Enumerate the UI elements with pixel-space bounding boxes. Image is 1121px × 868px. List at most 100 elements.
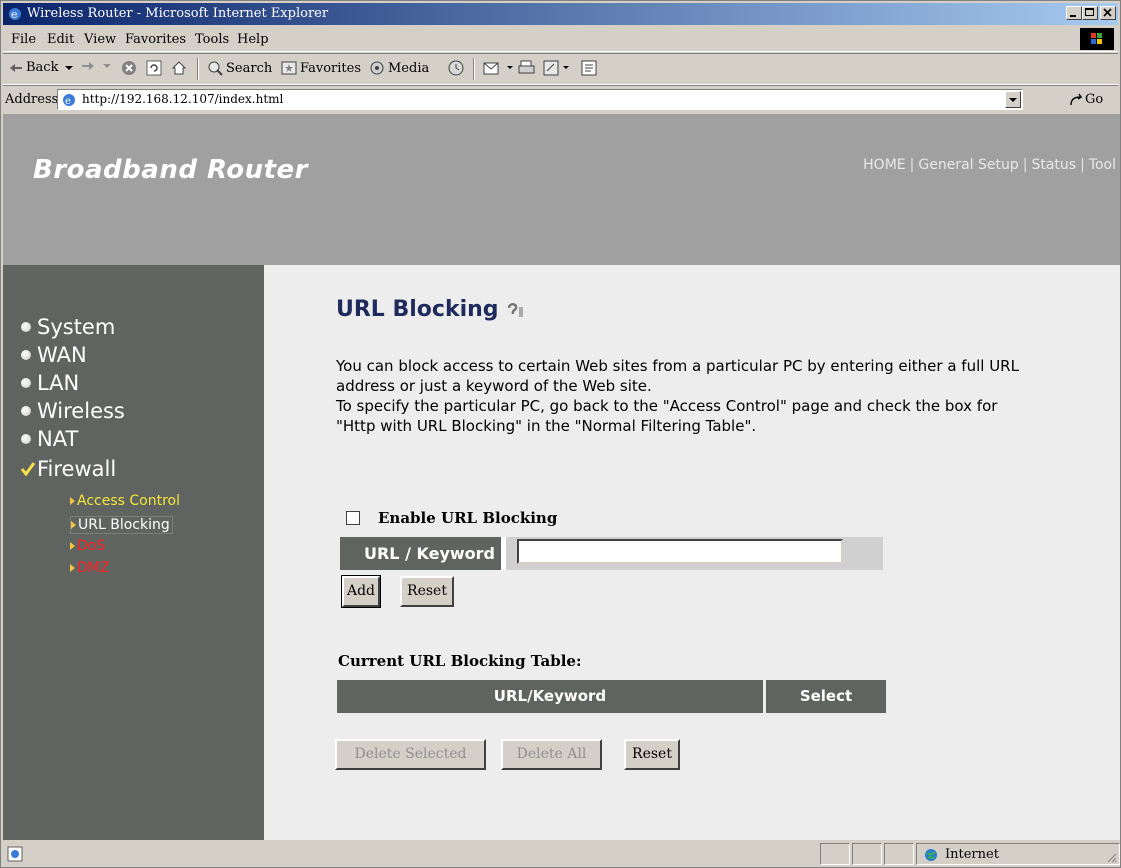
mail-icon [483, 62, 499, 75]
maximize-button[interactable] [1082, 6, 1098, 20]
resize-grip-icon[interactable] [1105, 851, 1117, 863]
delete-all-button[interactable]: Delete All [501, 739, 602, 770]
subnav-dmz[interactable]: DMZ [70, 560, 109, 576]
enable-url-blocking-label: Enable URL Blocking [378, 509, 558, 527]
column-header-select: Select [766, 680, 886, 713]
minimize-button[interactable] [1066, 6, 1082, 20]
sidebar-item-system[interactable]: System [21, 315, 115, 339]
keyword-label: URL / Keyword [340, 537, 501, 570]
menu-file[interactable]: File [11, 32, 36, 47]
dropdown-arrow-icon [563, 66, 569, 69]
top-nav: HOME | General Setup | Status | Tool [863, 157, 1116, 173]
forward-arrow-icon [82, 62, 94, 70]
menu-tools[interactable]: Tools [195, 32, 229, 47]
print-button[interactable] [518, 60, 539, 76]
dropdown-arrow-icon [507, 66, 513, 69]
print-icon [518, 60, 535, 74]
go-label: Go [1085, 92, 1104, 107]
subnav-access-control[interactable]: Access Control [70, 493, 180, 509]
favorites-button[interactable]: Favorites [281, 60, 361, 76]
enable-url-blocking-row: Enable URL Blocking [346, 509, 557, 527]
history-button[interactable] [447, 60, 468, 76]
subnav-label: DMZ [77, 560, 110, 576]
subnav-label: Access Control [77, 493, 180, 509]
menu-view[interactable]: View [84, 32, 116, 47]
forward-button[interactable] [81, 60, 115, 72]
media-label: Media [388, 60, 430, 76]
status-bar: Internet [3, 841, 1120, 867]
sidebar-item-wan[interactable]: WAN [21, 343, 87, 367]
search-button[interactable]: Search [207, 60, 272, 76]
arrow-right-icon [70, 564, 75, 572]
discuss-button[interactable] [581, 60, 600, 76]
mail-button[interactable] [483, 60, 517, 76]
favorites-icon [281, 61, 297, 75]
svg-text:e: e [65, 96, 71, 107]
subnav-url-blocking[interactable]: URL Blocking [70, 516, 173, 534]
description: You can block access to certain Web site… [336, 356, 1036, 436]
reset-table-button[interactable]: Reset [624, 739, 680, 770]
discuss-icon [581, 60, 597, 76]
dropdown-arrow-icon [65, 65, 74, 70]
menu-help[interactable]: Help [237, 32, 269, 47]
column-header-keyword: URL/Keyword [337, 680, 763, 713]
enable-url-blocking-checkbox[interactable] [346, 511, 360, 525]
go-arrow-icon [1070, 93, 1083, 105]
bullet-icon [21, 378, 31, 388]
address-dropdown-button[interactable] [1005, 91, 1021, 108]
status-text [3, 843, 818, 865]
minimize-icon [1070, 15, 1076, 17]
close-button[interactable] [1100, 6, 1116, 20]
subnav-label: DoS [77, 538, 106, 554]
edit-button[interactable] [543, 60, 573, 76]
sidebar-item-firewall[interactable]: Firewall [21, 457, 116, 481]
page-title: URL Blocking [336, 297, 527, 322]
security-zone: Internet [916, 843, 1120, 865]
sidebar: System WAN LAN Wireless NAT Firewall Acc… [3, 265, 264, 840]
nav-general-setup[interactable]: General Setup [918, 157, 1018, 173]
menu-favorites[interactable]: Favorites [125, 32, 186, 47]
go-button[interactable]: Go [1069, 92, 1103, 107]
back-label: Back [26, 60, 59, 75]
search-icon [208, 61, 223, 76]
history-icon [448, 60, 464, 76]
keyword-input[interactable] [517, 539, 843, 564]
refresh-icon [146, 60, 162, 76]
back-button[interactable]: Back [9, 60, 77, 75]
maximize-icon [1085, 8, 1094, 16]
sidebar-item-label: LAN [37, 371, 80, 395]
nav-home[interactable]: HOME [863, 157, 905, 173]
description-paragraph-2: To specify the particular PC, go back to… [336, 397, 998, 435]
nav-status[interactable]: Status [1031, 157, 1076, 173]
stop-button[interactable] [121, 60, 140, 76]
reset-button[interactable]: Reset [400, 576, 454, 607]
back-arrow-icon [10, 63, 22, 72]
nav-tool[interactable]: Tool [1089, 157, 1116, 173]
browser-window: e Wireless Router - Microsoft Internet E… [0, 0, 1121, 868]
standard-toolbar: Back Search Favorites Media [3, 53, 1118, 85]
address-url: http://192.168.12.107/index.html [82, 92, 284, 106]
sidebar-item-lan[interactable]: LAN [21, 371, 79, 395]
subnav-dos[interactable]: DoS [70, 538, 105, 554]
checkmark-icon [21, 462, 35, 476]
delete-selected-button[interactable]: Delete Selected [335, 739, 486, 770]
home-icon [171, 61, 187, 75]
arrow-right-icon [70, 497, 75, 505]
add-button[interactable]: Add [341, 575, 381, 608]
sidebar-item-nat[interactable]: NAT [21, 427, 78, 451]
media-button[interactable]: Media [369, 60, 429, 76]
main-content: URL Blocking You can block access to cer… [264, 265, 1120, 840]
help-icon[interactable] [505, 300, 527, 320]
arrow-right-icon [71, 521, 76, 529]
page-title-text: URL Blocking [336, 297, 499, 322]
sidebar-item-label: WAN [37, 343, 87, 367]
refresh-button[interactable] [146, 60, 165, 76]
home-button[interactable] [171, 60, 190, 76]
keyword-row: URL / Keyword [340, 537, 883, 570]
menu-edit[interactable]: Edit [47, 32, 74, 47]
status-pane [820, 843, 850, 865]
address-input[interactable]: e http://192.168.12.107/index.html [57, 89, 1023, 110]
bullet-icon [21, 434, 31, 444]
sidebar-item-wireless[interactable]: Wireless [21, 399, 125, 423]
media-icon [370, 61, 384, 75]
